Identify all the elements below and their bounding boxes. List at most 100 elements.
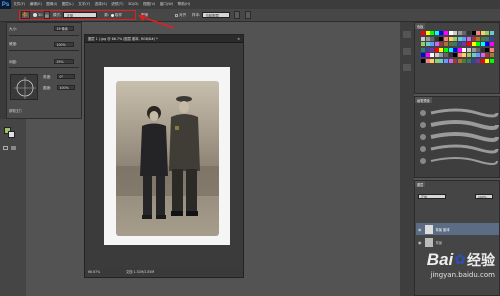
color-swatch[interactable] [430, 31, 435, 35]
brush-stroke-previews[interactable] [417, 105, 499, 177]
color-swatch[interactable] [448, 53, 453, 57]
visibility-eye-icon[interactable]: ◉ [418, 240, 422, 245]
menu-item[interactable]: 编辑(E) [27, 2, 44, 7]
color-swatch[interactable] [467, 31, 471, 35]
roundness-field[interactable]: 100% [57, 85, 75, 90]
document-tab[interactable]: 图层 1 (.jpg @ 66.7% (图层 副本, RGB/8#) * ✕ [85, 35, 243, 43]
color-swatch[interactable] [476, 47, 481, 52]
color-swatch[interactable] [421, 53, 425, 57]
color-swatch[interactable] [462, 53, 467, 57]
menu-item[interactable]: 3D(D) [126, 2, 141, 7]
color-swatch[interactable] [490, 42, 494, 46]
brush-angle-preview[interactable] [10, 74, 38, 100]
zoom-level[interactable]: 66.67% [88, 270, 114, 274]
menu-item[interactable]: 图层(L) [60, 2, 76, 7]
angle-field[interactable]: 0° [57, 74, 75, 79]
hardness-field[interactable]: 100% [54, 42, 74, 47]
spacing-slider[interactable] [9, 67, 79, 68]
color-swatch[interactable] [485, 31, 490, 35]
color-swatch[interactable] [467, 53, 471, 57]
color-swatch[interactable] [453, 36, 458, 41]
menu-item[interactable]: 文件(F) [11, 2, 27, 7]
color-swatch[interactable] [434, 36, 439, 41]
color-swatch[interactable] [444, 47, 448, 52]
color-swatch[interactable] [476, 53, 481, 57]
menu-item[interactable]: 视图(V) [141, 2, 158, 7]
size-slider[interactable] [9, 35, 79, 36]
color-swatch[interactable] [425, 42, 430, 46]
color-swatch[interactable] [448, 47, 453, 52]
color-swatch[interactable] [439, 42, 444, 46]
color-swatch[interactable] [457, 53, 462, 57]
color-swatch[interactable] [457, 47, 462, 52]
sample-select[interactable]: 当前图层 [202, 12, 231, 18]
menu-item[interactable]: 选择(S) [92, 2, 109, 7]
color-swatch[interactable] [425, 36, 430, 41]
color-swatch[interactable] [485, 36, 490, 41]
tab-brush-presets[interactable]: 画笔预设 [415, 97, 432, 103]
color-swatch[interactable] [448, 42, 453, 46]
screen-mode-icon[interactable] [11, 146, 16, 150]
color-swatch[interactable] [471, 53, 476, 57]
color-swatch[interactable] [444, 31, 448, 35]
color-swatch[interactable] [434, 47, 439, 52]
color-swatch[interactable] [462, 42, 467, 46]
color-swatch[interactable] [490, 36, 494, 41]
layer-row-top[interactable]: ◉ 背景 副本 [416, 223, 499, 235]
color-swatch[interactable] [439, 36, 444, 41]
swatch-grid[interactable] [421, 31, 497, 67]
color-swatch[interactable] [471, 47, 476, 52]
color-swatch[interactable] [457, 58, 462, 63]
tab-swatches[interactable]: 色板 [415, 23, 426, 29]
hardness-slider[interactable] [9, 50, 79, 51]
color-swatch[interactable] [462, 47, 467, 52]
color-swatch[interactable] [485, 47, 490, 52]
brush-panel-icon[interactable] [403, 48, 411, 55]
color-swatch[interactable] [485, 42, 490, 46]
color-swatch[interactable] [471, 42, 476, 46]
size-field[interactable]: 19 像素 [54, 26, 74, 31]
color-swatch[interactable] [490, 58, 494, 63]
color-swatch[interactable] [462, 31, 467, 35]
menu-item[interactable]: 文字(Y) [76, 2, 93, 7]
color-swatch[interactable] [448, 58, 453, 63]
color-swatch[interactable] [434, 42, 439, 46]
color-swatch[interactable] [421, 31, 425, 35]
color-swatch[interactable] [434, 53, 439, 57]
color-swatch[interactable] [471, 31, 476, 35]
color-swatch[interactable] [425, 31, 430, 35]
color-swatch[interactable] [453, 31, 458, 35]
color-swatch[interactable] [457, 42, 462, 46]
menu-item[interactable]: 窗口(W) [158, 2, 176, 7]
color-swatch[interactable] [476, 58, 481, 63]
quick-mask-icon[interactable] [3, 146, 8, 150]
color-swatch[interactable] [453, 47, 458, 52]
visibility-eye-icon[interactable]: ◉ [418, 227, 422, 232]
color-swatch[interactable] [421, 47, 425, 52]
color-swatch[interactable] [430, 36, 435, 41]
color-swatch[interactable] [467, 42, 471, 46]
color-swatch[interactable] [480, 31, 485, 35]
color-swatch[interactable] [444, 42, 448, 46]
blend-mode-select[interactable]: 正常 [418, 194, 446, 199]
color-swatch[interactable] [430, 53, 435, 57]
color-swatch[interactable] [444, 58, 448, 63]
color-swatch[interactable] [476, 31, 481, 35]
color-swatch[interactable] [439, 58, 444, 63]
old-photo-image[interactable] [116, 81, 219, 236]
color-swatch[interactable] [457, 31, 462, 35]
color-swatch[interactable] [471, 36, 476, 41]
background-color-swatch[interactable] [8, 131, 15, 138]
color-swatch[interactable] [476, 36, 481, 41]
color-swatch[interactable] [462, 36, 467, 41]
color-swatch[interactable] [453, 53, 458, 57]
menu-item[interactable]: 滤镜(T) [109, 2, 126, 7]
color-swatch[interactable] [490, 53, 494, 57]
color-swatch[interactable] [421, 42, 425, 46]
color-swatch[interactable] [425, 47, 430, 52]
pressure-size-button[interactable] [245, 11, 251, 19]
color-swatch[interactable] [490, 47, 494, 52]
color-swatch[interactable] [430, 42, 435, 46]
ignore-adjustment-layers-button[interactable] [234, 11, 240, 19]
layer-row-bottom[interactable]: ◉ 背景 [416, 236, 499, 248]
